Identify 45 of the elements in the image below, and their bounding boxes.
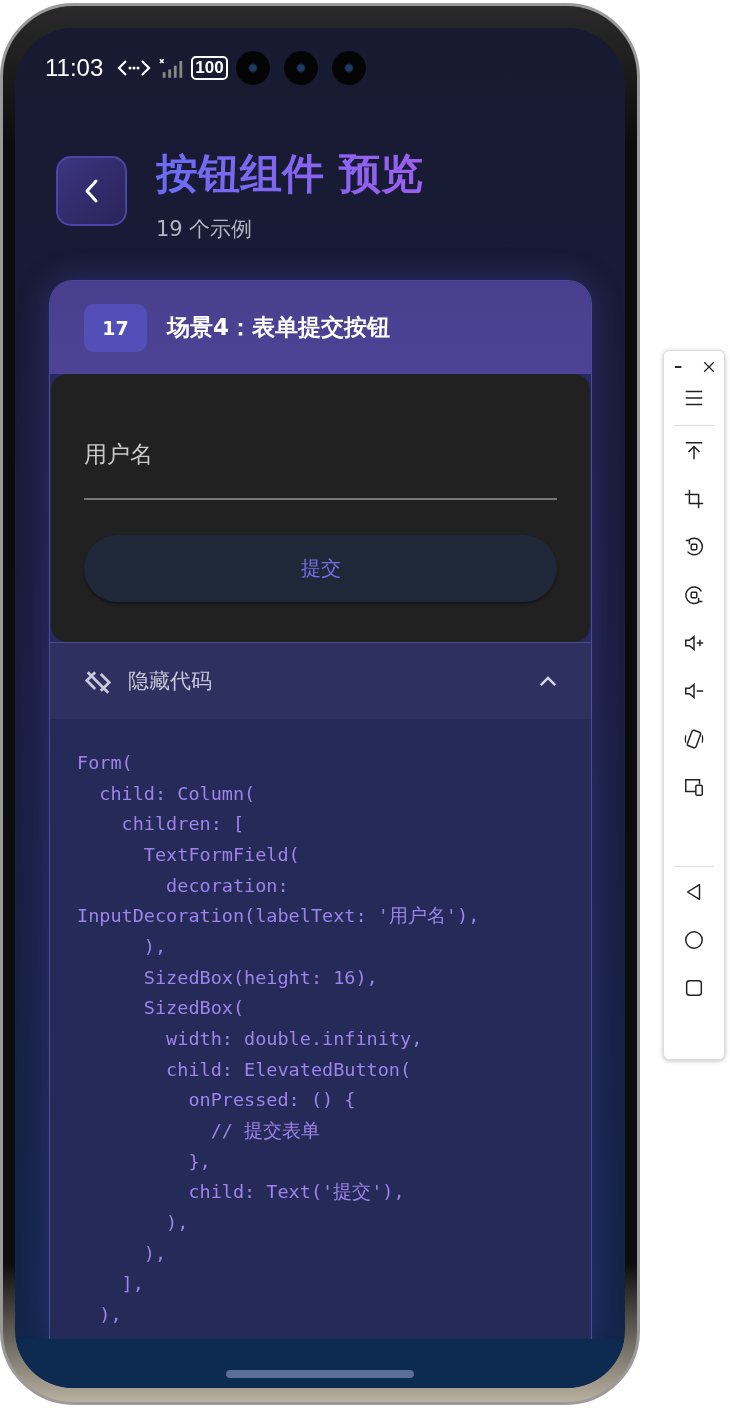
back-button[interactable]: [56, 156, 127, 226]
volume-up-icon[interactable]: [683, 632, 705, 654]
devices-icon[interactable]: [683, 776, 705, 798]
code-line: SizedBox(: [142, 996, 245, 1021]
code-line: // 提交表单: [209, 1118, 321, 1143]
shake-phone-icon[interactable]: [683, 728, 705, 750]
code-line: SizedBox(height: 16),: [142, 965, 378, 990]
code-line: ),: [142, 1241, 167, 1266]
code-icon: [117, 58, 152, 78]
code-toggle[interactable]: 隐藏代码: [50, 642, 591, 719]
code-line: ),: [142, 934, 167, 959]
code-line: TextFormField(: [142, 842, 300, 867]
code-line: InputDecoration(labelText: '用户名'),: [77, 904, 480, 929]
code-line: ),: [165, 1210, 189, 1235]
code-line: Form(: [77, 751, 133, 775]
code-line: children: [: [120, 812, 245, 837]
volume-down-icon[interactable]: [683, 680, 705, 702]
square-icon[interactable]: [683, 977, 705, 999]
code-line: onPressed: () {: [187, 1088, 356, 1113]
code-line: ],: [120, 1272, 144, 1297]
number-badge: 17: [84, 303, 147, 352]
camera-hole-icon: [235, 51, 270, 85]
chevron-left-icon: [83, 178, 100, 204]
chevron-icon: [539, 675, 557, 687]
rotate-left-icon[interactable]: [683, 536, 705, 558]
code-line: decoration:: [165, 873, 289, 898]
username-field[interactable]: 用户名: [84, 374, 557, 500]
battery-icon: 100: [191, 56, 228, 80]
code-line: },: [187, 1149, 211, 1174]
code-line: child: ElevatedButton(: [165, 1057, 412, 1082]
rotate-right-icon[interactable]: [683, 584, 705, 606]
arrow-up-icon[interactable]: [683, 440, 705, 462]
code-line: child: Column(: [98, 781, 256, 806]
camera-hole-icon: [331, 51, 366, 85]
submit-button[interactable]: 提交: [84, 535, 557, 602]
close-icon[interactable]: [701, 359, 717, 375]
status-time: 11:03: [45, 54, 104, 82]
card-title: 场景4：表单提交按钮: [167, 313, 390, 342]
example-count: 19 个示例: [156, 216, 254, 243]
home-circle-icon[interactable]: [683, 929, 705, 951]
crop-icon[interactable]: [683, 488, 705, 510]
code-line: ),: [98, 1302, 122, 1327]
camera-hole-icon: [283, 51, 318, 85]
code-line: child: Text('提交'),: [187, 1180, 405, 1205]
code-line: width: double.infinity,: [165, 1026, 423, 1051]
